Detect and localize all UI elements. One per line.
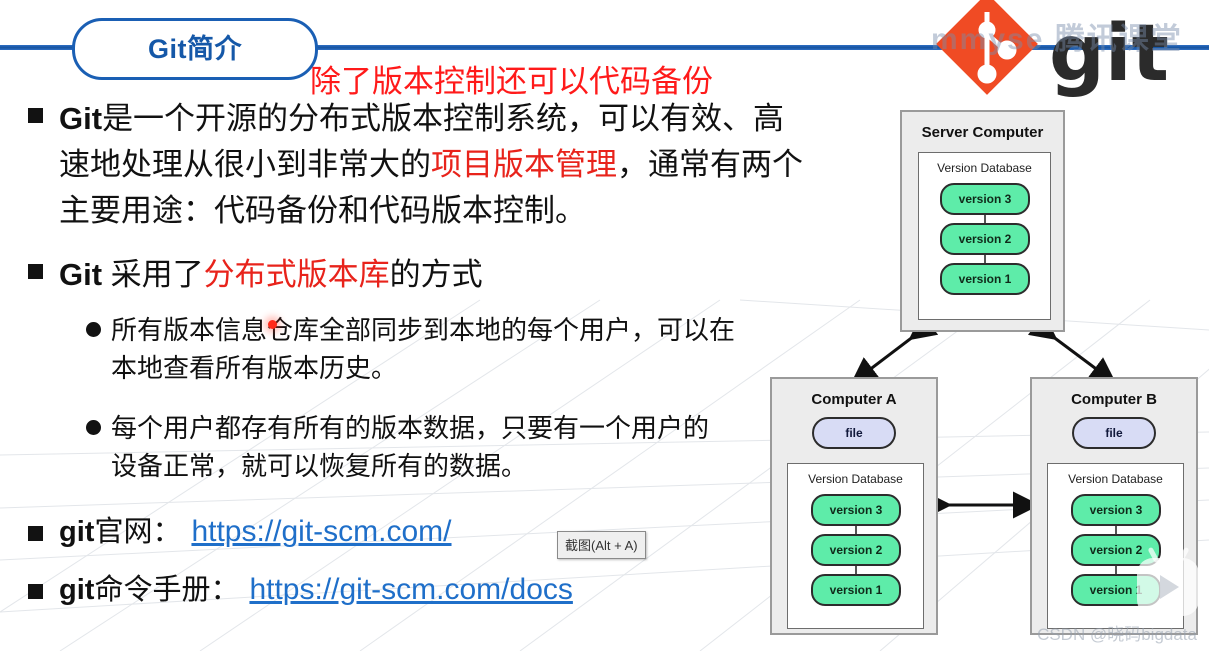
square-bullet-icon	[28, 584, 43, 599]
computer-a-title: Computer A	[811, 391, 897, 408]
square-bullet-icon	[28, 264, 43, 279]
git-architecture-diagram: Server Computer Version Database version…	[760, 105, 1205, 640]
computer-a-version-3: version 3	[811, 494, 901, 526]
red-annotation: 除了版本控制还可以代码备份	[310, 64, 713, 100]
computer-b-file: file	[1072, 417, 1156, 449]
square-bullet-icon	[28, 108, 43, 123]
laser-pointer-dot	[268, 320, 277, 329]
slide-body: Git是一个开源的分布式版本控制系统，可以有效、高速地处理从很小到非常大的项目版…	[28, 96, 808, 608]
computer-b-version-3: version 3	[1071, 494, 1161, 526]
computer-a-box: Computer A file Version Database version…	[770, 377, 938, 635]
circle-bullet-icon	[86, 420, 101, 435]
server-version-database: Version Database version 3 version 2 ver…	[918, 152, 1051, 320]
sub-bullet-item-1: 所有版本信息仓库全部同步到本地的每个用户，可以在本地查看所有版本历史。	[86, 312, 808, 388]
server-computer-box: Server Computer Version Database version…	[900, 110, 1065, 332]
link-2-text: 命令手册：	[94, 572, 240, 606]
csdn-watermark: CSDN @晓码bigdata	[1037, 625, 1197, 644]
server-computer-title: Server Computer	[921, 124, 1044, 141]
bullet-item-2: Git 采用了分布式版本库的方式	[28, 252, 808, 298]
server-version-1: version 1	[940, 263, 1030, 295]
link-1-latin: git	[59, 516, 95, 548]
computer-a-file: file	[812, 417, 896, 449]
screenshot-tooltip: 截图(Alt + A)	[557, 531, 646, 559]
computer-b-title: Computer B	[1071, 391, 1157, 408]
page-title-label: Git简介	[148, 33, 242, 64]
git-logo: mmyse 腾讯课堂 git	[931, 0, 1201, 100]
slide-canvas: Git简介 mmyse 腾讯课堂 git 除了版本控制还可以代码备份 Git是一…	[0, 0, 1209, 651]
computer-a-version-1: version 1	[811, 574, 901, 606]
server-version-3: version 3	[940, 183, 1030, 215]
square-bullet-icon	[28, 526, 43, 541]
bullet-2-part-0: Git	[59, 257, 111, 292]
server-db-title: Version Database	[937, 161, 1032, 175]
bullet-1-part-0: Git	[59, 101, 103, 136]
bullet-2-part-3: 的方式	[389, 257, 483, 293]
computer-a-db-title: Version Database	[808, 472, 903, 486]
link-2-latin: git	[59, 574, 95, 606]
page-title: Git简介	[72, 18, 318, 80]
link-item-official-site: git官网： https://git-scm.com/	[28, 508, 808, 550]
computer-b-db-title: Version Database	[1068, 472, 1163, 486]
bullet-2-part-1: 采用了	[110, 257, 204, 293]
computer-a-version-2: version 2	[811, 534, 901, 566]
bullet-2-part-2: 分布式版本库	[203, 257, 390, 293]
link-2-label: git命令手册：	[59, 566, 239, 608]
link-1-text: 官网：	[94, 514, 182, 548]
link-item-docs: git命令手册： https://git-scm.com/docs	[28, 566, 808, 608]
bullet-1-text: Git是一个开源的分布式版本控制系统，可以有效、高速地处理从很小到非常大的项目版…	[59, 96, 808, 234]
bullet-1-part-2: 项目版本管理	[431, 147, 617, 183]
link-1-label: git官网：	[59, 508, 181, 550]
circle-bullet-icon	[86, 322, 101, 337]
sub-bullet-2-text: 每个用户都存有所有的版本数据，只要有一个用户的设备正常，就可以恢复所有的数据。	[111, 414, 710, 482]
bullet-item-1: Git是一个开源的分布式版本控制系统，可以有效、高速地处理从很小到非常大的项目版…	[28, 96, 808, 234]
bullet-2-text: Git 采用了分布式版本库的方式	[59, 252, 483, 298]
link-git-scm-home[interactable]: https://git-scm.com/	[191, 515, 451, 549]
link-git-scm-docs[interactable]: https://git-scm.com/docs	[249, 573, 572, 607]
sub-bullet-item-2: 每个用户都存有所有的版本数据，只要有一个用户的设备正常，就可以恢复所有的数据。	[86, 410, 808, 486]
sub-bullet-1-text: 所有版本信息仓库全部同步到本地的每个用户，可以在本地查看所有版本历史。	[111, 316, 736, 384]
server-version-2: version 2	[940, 223, 1030, 255]
computer-a-version-database: Version Database version 3 version 2 ver…	[787, 463, 924, 629]
logo-watermark-text: mmyse 腾讯课堂	[931, 23, 1183, 56]
video-play-watermark-icon	[1137, 546, 1199, 616]
